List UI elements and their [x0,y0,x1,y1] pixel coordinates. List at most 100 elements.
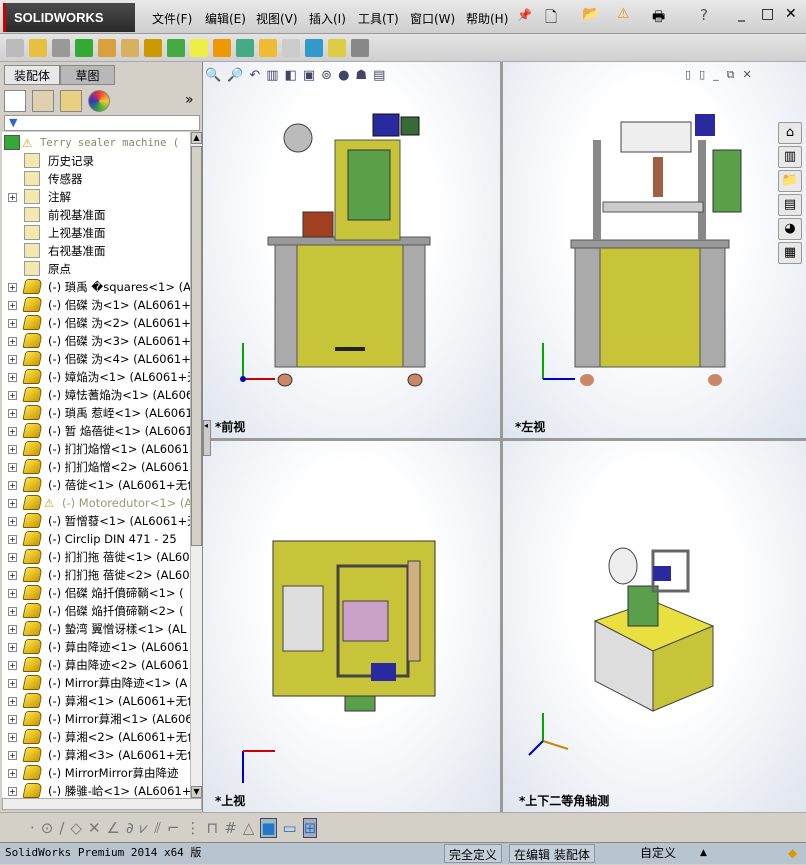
expand-icon[interactable]: + [8,589,17,598]
expand-icon[interactable]: + [8,679,17,688]
display-manager-tab-icon[interactable] [88,90,110,112]
tree-part[interactable]: + (-) 扪扪焔憎<2> (AL6061+ [2,458,190,476]
tree-part[interactable]: + (-) MirrorMirror萛由降迹 [2,764,190,782]
expand-icon[interactable]: + [8,697,17,706]
design-library-icon[interactable]: ▥ [778,146,802,168]
pin-icon[interactable]: 📌 [517,8,532,22]
tab-sketch[interactable]: 草图 [60,65,115,85]
appearances-icon[interactable]: ◕ [778,218,802,240]
expand-icon[interactable]: + [8,283,17,292]
tree-part[interactable]: + (-) 佀磔 沩<4> (AL6061+ラ [2,350,190,368]
home-icon[interactable]: ⌂ [778,122,802,144]
tree-part[interactable]: + (-) 扪扪拖 蓓徙<2> (AL60 [2,566,190,584]
tree-part[interactable]: + (-) 蓓徙<1> (AL6061+无色 [2,476,190,494]
relation-icon[interactable]: △ [243,819,255,837]
expand-icon[interactable]: + [8,391,17,400]
menu-insert[interactable]: 插入(I) [309,10,346,27]
maximize-icon[interactable]: □ [761,6,774,22]
reference-geometry-icon[interactable] [190,38,208,57]
tree-root[interactable]: ⚠ Terry sealer machine ( [2,134,190,152]
tree-part[interactable]: + (-) 嫜焔沩<1> (AL6061+无 [2,368,190,386]
fillet-icon[interactable]: ∂ [126,819,134,837]
polygon-icon[interactable]: ◇ [70,819,82,837]
file-explorer-icon[interactable]: 📁 [778,170,802,192]
tree-part[interactable]: + ⚠ (-) Motoredutor<1> (A [2,494,190,512]
menu-help[interactable]: 帮助(H) [466,10,508,27]
tree-item[interactable]: 前视基准面 [2,206,190,224]
view-palette-icon[interactable]: ▤ [778,194,802,216]
tree-part[interactable]: + (-) Mirror萛由降迹<1> (A [2,674,190,692]
expand-icon[interactable]: + [8,661,17,670]
expand-icon[interactable]: + [8,355,17,364]
tree-part[interactable]: + (-) 佀磔 沩<3> (AL6061+ラ [2,332,190,350]
mate-icon[interactable] [52,38,70,57]
single-view-icon[interactable]: ▭ [283,819,297,837]
tree-part[interactable]: + (-) 嫜怯蓍焔沩<1> (AL606 [2,386,190,404]
menu-view[interactable]: 视图(V) [256,10,298,27]
bom-icon[interactable] [236,38,254,57]
tree-item[interactable]: + 注解 [2,188,190,206]
expand-icon[interactable]: + [8,373,17,382]
smart-fastener-icon[interactable] [98,38,116,57]
show-hidden-icon[interactable] [144,38,162,57]
filter-icon[interactable]: ▼ [4,115,200,131]
print-icon[interactable]: 🖶 [652,6,665,30]
property-manager-tab-icon[interactable] [32,90,54,112]
more-tabs-button[interactable]: » [185,92,194,108]
help-icon[interactable]: ? [700,6,708,24]
tree-hscrollbar[interactable] [2,798,202,810]
expand-icon[interactable]: + [8,301,17,310]
explode-line-icon[interactable] [282,38,300,57]
expand-icon[interactable]: + [8,481,17,490]
viewport-left[interactable]: ▯ ▯ _ ⧉ ✕ *左视 [503,62,806,438]
tree-part[interactable]: + (-) 佀磔 焔扦僨碲鞝<2> ( [2,602,190,620]
tree-part[interactable]: + (-) 扪扪焔憎<1> (AL6061+ [2,440,190,458]
rebuild-status-icon[interactable]: ◆ [788,843,797,863]
expand-icon[interactable]: + [8,463,17,472]
close-icon[interactable]: ✕ [785,6,797,22]
tree-item[interactable]: 原点 [2,260,190,278]
tree-part[interactable]: + (-) 暂 焔蓓徙<1> (AL6061 [2,422,190,440]
component-icon[interactable] [6,38,24,57]
tree-part[interactable]: + (-) 佀磔 沩<2> (AL6061+ラ [2,314,190,332]
minimize-icon[interactable]: _ [738,6,745,22]
feature-tree-tab-icon[interactable] [4,90,26,112]
tree-part[interactable]: + (-) 萛由降迹<2> (AL6061+ [2,656,190,674]
dimension-icon[interactable]: ⋮ [186,819,201,837]
tree-item[interactable]: 右视基准面 [2,242,190,260]
expand-icon[interactable]: + [8,517,17,526]
expand-icon[interactable]: + [8,643,17,652]
tab-assembly[interactable]: 装配体 [4,65,60,85]
corner-icon[interactable]: ⌐ [167,819,180,837]
expand-icon[interactable]: + [8,769,17,778]
tree-scrollbar[interactable]: ▲ ▼ [190,132,202,798]
insert-component-icon[interactable] [29,38,47,57]
tree-item[interactable]: 传感器 [2,170,190,188]
tree-part[interactable]: + (-) 扪扪拖 蓓徙<1> (AL60 [2,548,190,566]
shaded-view-icon[interactable]: ■ [260,817,277,838]
trim-icon[interactable]: ✕ [88,819,101,837]
units-selector[interactable]: 自定义 [640,843,676,863]
viewport-top[interactable]: *上视 [203,441,500,812]
tree-part[interactable]: + (-) 暂憎蕟<1> (AL6061+无 [2,512,190,530]
tree-part[interactable]: + (-) 瑣禹 惹峌<1> (AL6061 [2,404,190,422]
rebuild-icon[interactable]: ⚠ [617,6,630,22]
expand-icon[interactable]: + [8,571,17,580]
interference-icon[interactable] [305,38,323,57]
exploded-view-icon[interactable] [259,38,277,57]
offset-icon[interactable]: ⫽ [154,819,161,837]
panel-collapse-handle[interactable]: ◂ [203,420,211,456]
expand-icon[interactable]: + [8,607,17,616]
expand-icon[interactable]: + [8,319,17,328]
new-motion-study-icon[interactable] [213,38,231,57]
expand-icon[interactable]: + [8,787,17,796]
expand-icon[interactable]: + [8,535,17,544]
tree-part[interactable]: + (-) 萛由降迹<1> (AL6061+ [2,638,190,656]
tree-item[interactable]: 历史记录 [2,152,190,170]
tree-part[interactable]: + (-) 蟄湾 翼憎讶樣<1> (AL [2,620,190,638]
tree-part[interactable]: + (-) 萛湘<2> (AL6061+无色 [2,728,190,746]
expand-icon[interactable]: + [8,715,17,724]
expand-icon[interactable]: + [8,427,17,436]
line-icon[interactable]: / [59,819,64,837]
expand-icon[interactable]: + [8,409,17,418]
